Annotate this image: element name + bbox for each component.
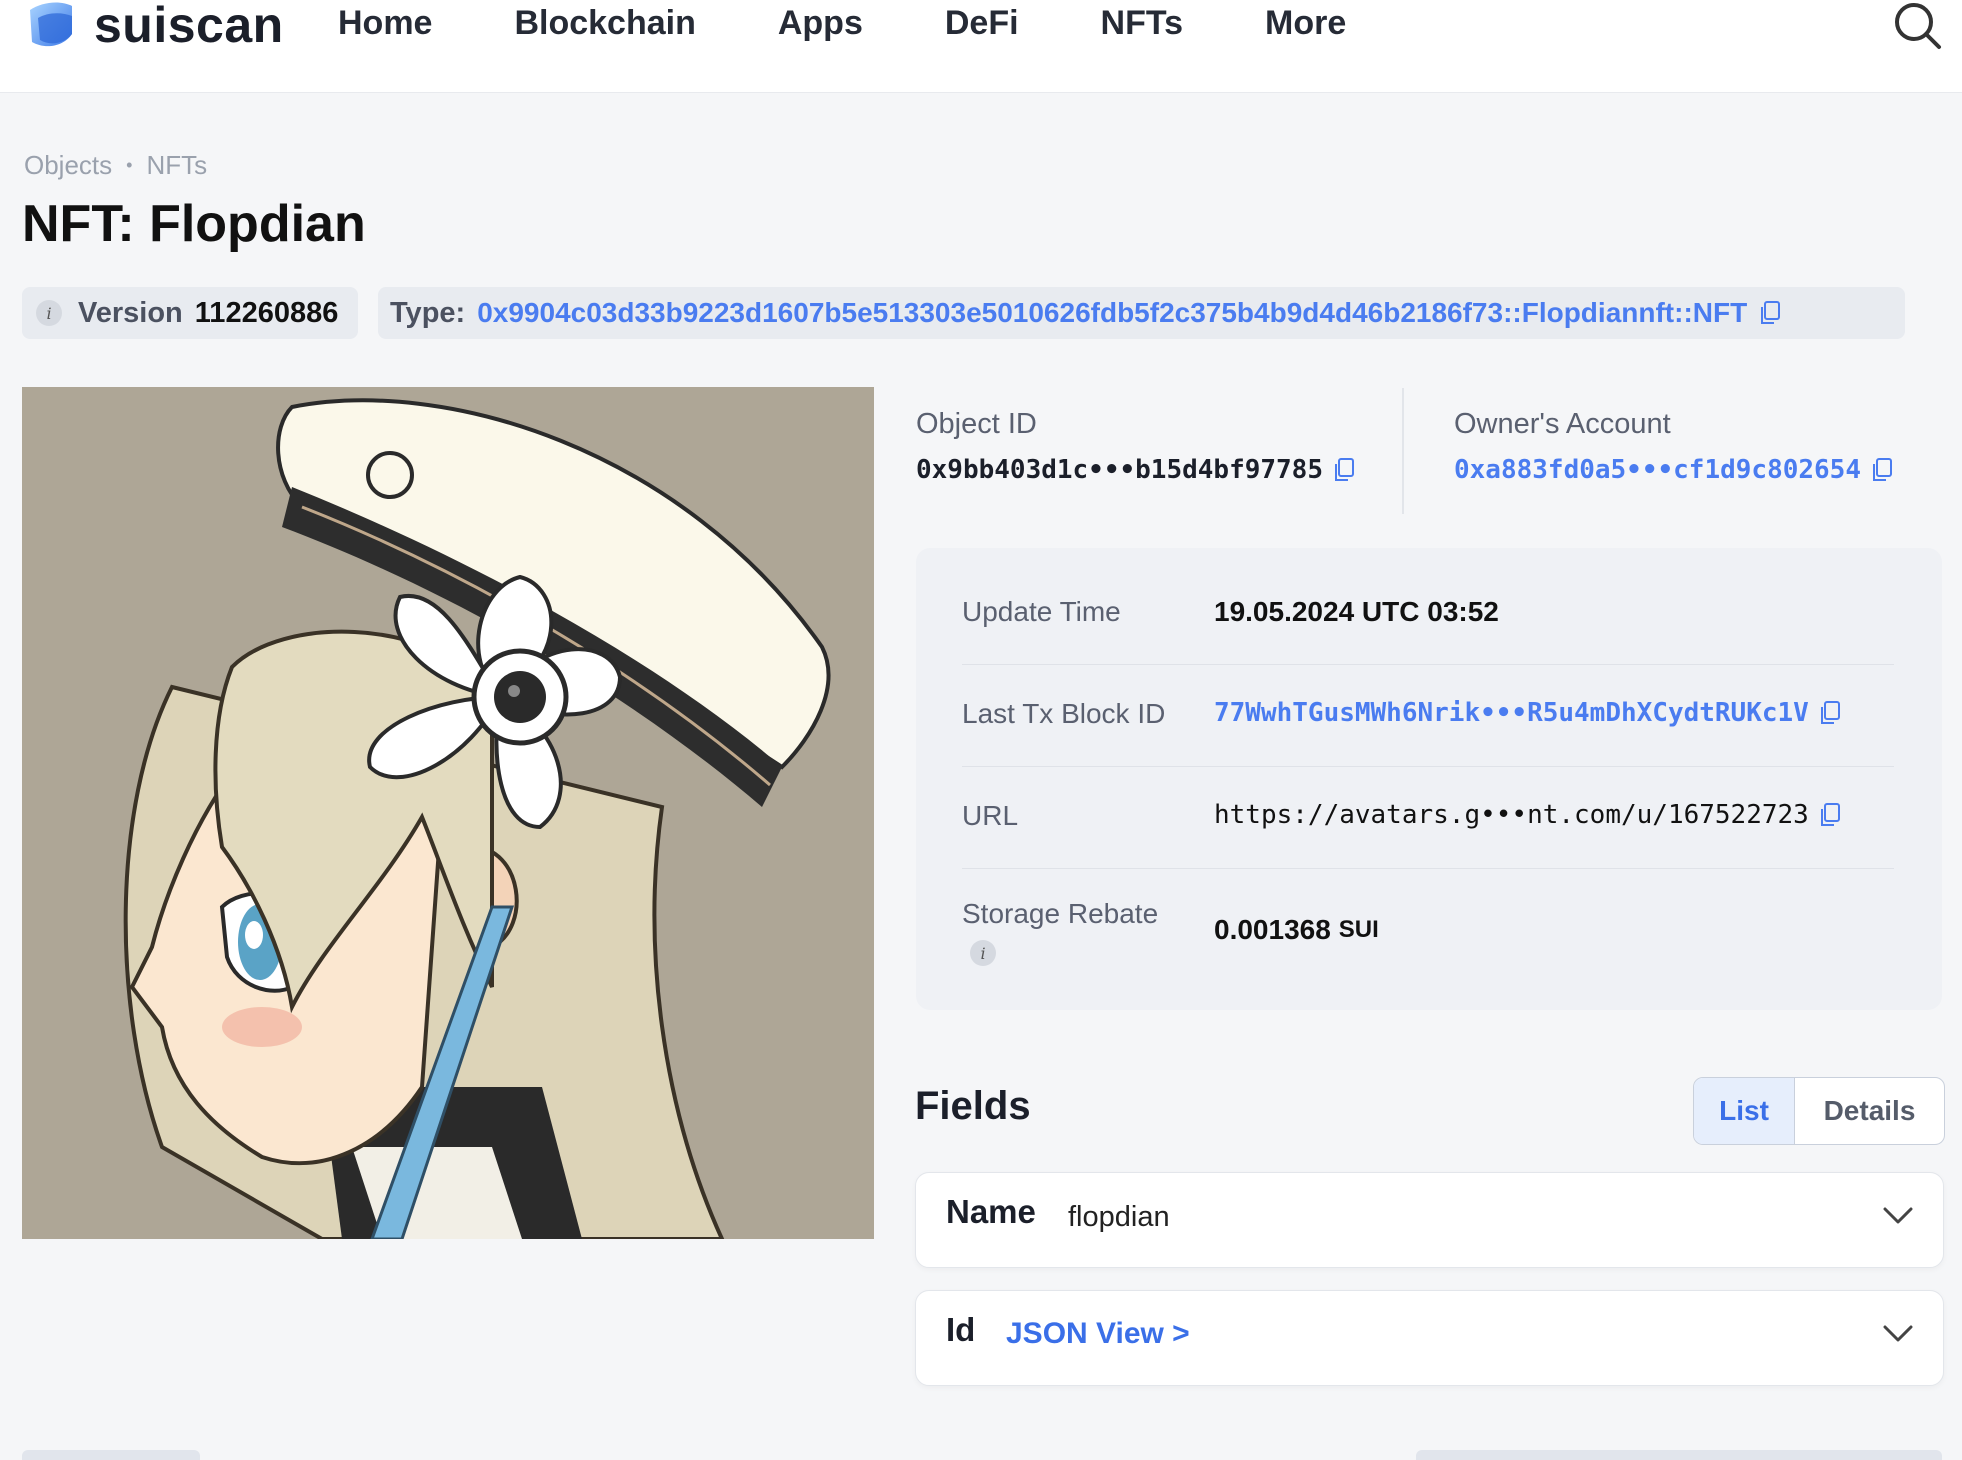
object-details-card: Update Time 19.05.2024 UTC 03:52 Last Tx… [916, 548, 1942, 1010]
detail-row-last-tx: Last Tx Block ID 77WwhTGusMWh6Nrik•••R5u… [962, 664, 1894, 767]
nft-image [22, 387, 874, 1239]
detail-row-storage-rebate: Storage Rebate i 0.001368 SUI [962, 868, 1894, 1010]
field-key: Name [946, 1193, 1036, 1230]
version-label: Version [78, 296, 183, 329]
copy-icon[interactable] [1819, 700, 1841, 726]
object-id-label: Object ID [916, 408, 1037, 440]
copy-icon[interactable] [1871, 457, 1893, 483]
last-tx-value: 77WwhTGusMWh6Nrik•••R5u4mDhXCydtRUKc1V [1214, 698, 1841, 728]
update-time-label: Update Time [962, 596, 1121, 627]
object-id-block: Object ID 0x9bb403d1c•••b15d4bf97785 [916, 408, 1355, 485]
owner-account-block: Owner's Account 0xa883fd0a5•••cf1d9c8026… [1454, 408, 1893, 485]
nav-defi[interactable]: DeFi [945, 4, 1019, 43]
type-badge: Type: 0x9904c03d33b9223d1607b5e513303e50… [378, 287, 1905, 339]
detail-row-url: URL https://avatars.g•••nt.com/u/1675227… [962, 766, 1894, 869]
type-link[interactable]: 0x9904c03d33b9223d1607b5e513303e5010626f… [477, 297, 1747, 329]
owner-account-link[interactable]: 0xa883fd0a5•••cf1d9c802654 [1454, 455, 1861, 485]
copy-icon[interactable] [1333, 457, 1355, 483]
nav-nfts[interactable]: NFTs [1101, 4, 1183, 43]
storage-rebate-amount: 0.001368 [1214, 914, 1331, 945]
nav-more[interactable]: More [1265, 4, 1346, 43]
field-row-id[interactable]: Id JSON View > [915, 1290, 1944, 1386]
version-badge: i Version 112260886 [22, 287, 358, 339]
type-label: Type: [390, 296, 466, 329]
copy-icon[interactable] [1759, 300, 1781, 326]
object-id-value: 0x9bb403d1c•••b15d4bf97785 [916, 455, 1323, 485]
breadcrumb-separator: • [126, 155, 133, 175]
update-time-value: 19.05.2024 UTC 03:52 [1214, 596, 1499, 627]
bottom-toggle-edge [1416, 1450, 1942, 1460]
json-view-link[interactable]: JSON View > [1006, 1317, 1190, 1351]
brand-logo[interactable]: suiscan [22, 0, 284, 56]
nav-home[interactable]: Home [338, 4, 432, 43]
fields-view-toggle: List Details [1693, 1077, 1945, 1145]
brand-name: suiscan [94, 0, 284, 53]
copy-icon[interactable] [1819, 802, 1841, 828]
field-value: flopdian [1068, 1201, 1170, 1233]
url-label: URL [962, 800, 1019, 831]
bottom-tab-edge [22, 1450, 200, 1460]
breadcrumb-objects[interactable]: Objects [24, 150, 112, 181]
storage-rebate-label: Storage Rebate [962, 898, 1159, 929]
suiscan-logo-icon [30, 2, 72, 47]
storage-rebate-value: 0.001368 SUI [1214, 914, 1379, 946]
owner-account-label: Owner's Account [1454, 408, 1671, 440]
info-icon[interactable]: i [36, 300, 62, 326]
storage-rebate-unit: SUI [1338, 916, 1379, 943]
last-tx-link[interactable]: 77WwhTGusMWh6Nrik•••R5u4mDhXCydtRUKc1V [1214, 698, 1809, 728]
nav-blockchain[interactable]: Blockchain [514, 4, 695, 43]
details-view-button[interactable]: Details [1795, 1078, 1944, 1144]
top-navigation: suiscan Home Blockchain Apps DeFi NFTs M… [0, 0, 1962, 93]
nft-avatar-illustration [22, 387, 874, 1239]
breadcrumb: Objects • NFTs [24, 150, 207, 181]
info-icon[interactable]: i [970, 940, 996, 966]
version-value: 112260886 [194, 296, 339, 329]
search-icon[interactable] [1892, 0, 1944, 52]
fields-heading: Fields [915, 1084, 1031, 1128]
chevron-down-icon[interactable] [1882, 1205, 1914, 1227]
list-view-button[interactable]: List [1694, 1078, 1795, 1144]
nav-apps[interactable]: Apps [778, 4, 863, 43]
field-row-name[interactable]: Name flopdian [915, 1172, 1944, 1268]
url-text: https://avatars.g•••nt.com/u/167522723 [1214, 800, 1809, 830]
page-title: NFT: Flopdian [22, 195, 366, 253]
last-tx-label: Last Tx Block ID [962, 698, 1166, 729]
field-key: Id [946, 1311, 976, 1348]
url-value: https://avatars.g•••nt.com/u/167522723 [1214, 800, 1841, 830]
breadcrumb-nfts[interactable]: NFTs [146, 150, 207, 181]
chevron-down-icon[interactable] [1882, 1323, 1914, 1345]
divider [1402, 388, 1404, 514]
main-menu: Home Blockchain Apps DeFi NFTs More [338, 4, 1428, 43]
detail-row-update-time: Update Time 19.05.2024 UTC 03:52 [962, 548, 1894, 665]
